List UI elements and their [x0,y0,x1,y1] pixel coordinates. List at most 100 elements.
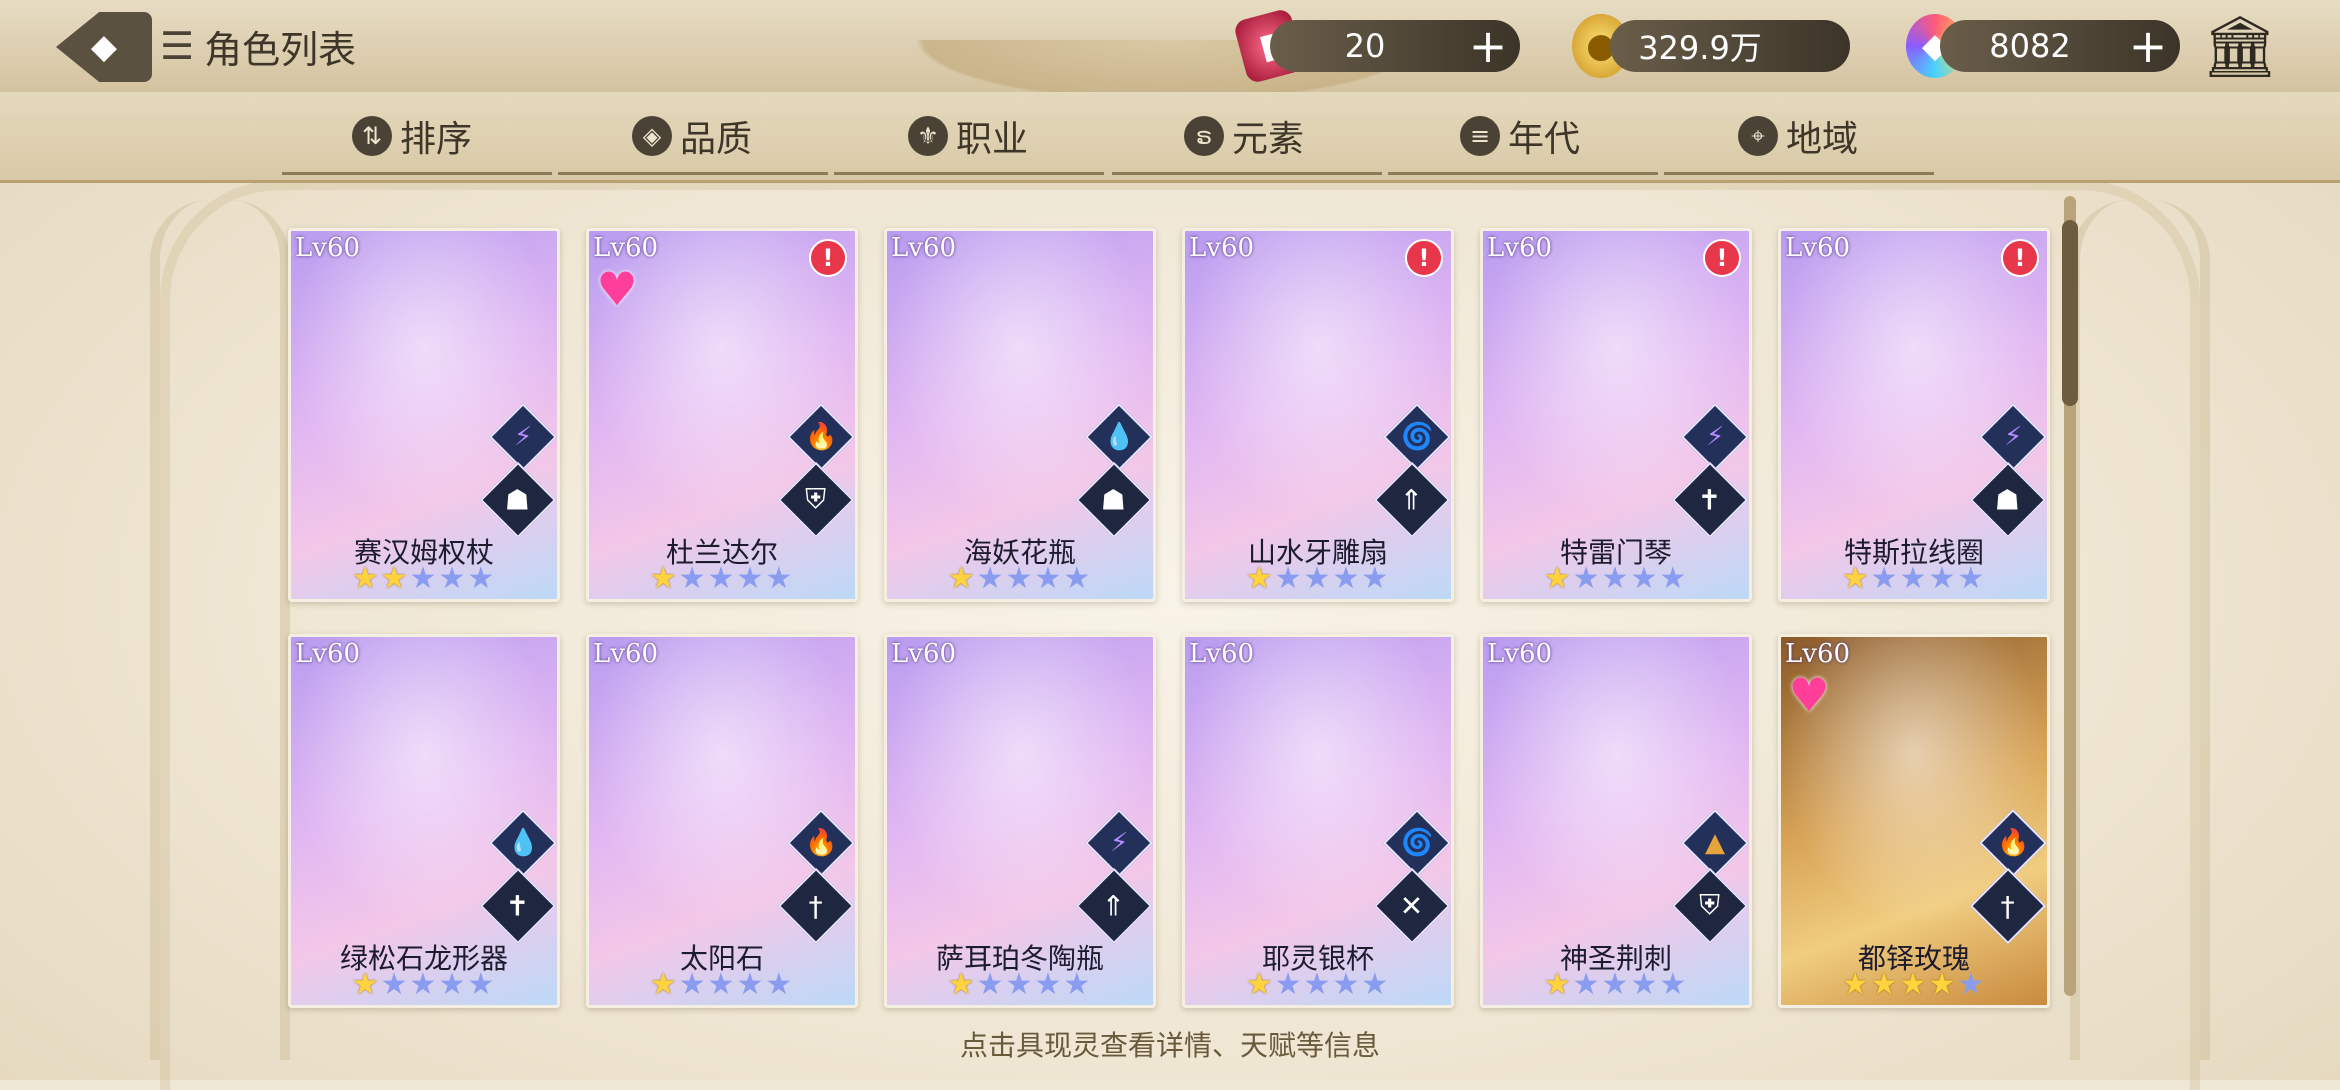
star-empty-icon: ★ [1274,561,1304,596]
star-filled-icon: ★ [1899,967,1929,1002]
character-card[interactable]: Lv60 💧 ☗ 海妖花瓶 ★★★★★ [884,228,1156,602]
star-empty-icon: ★ [1572,561,1602,596]
add-ticket-button[interactable]: + [1468,23,1508,69]
era-icon: ≡ [1460,116,1500,156]
character-card[interactable]: Lv60 ⚡ ☗ 赛汉姆权杖 ★★★★★ [288,228,560,602]
star-rating: ★★★★★ [291,561,557,596]
level-label: Lv60 [1785,233,1851,263]
top-bar: ◆ ☰ 角色列表 ▮ 20 + ● 329.9万 ◆ 8082 + 🏛 [0,0,2340,110]
star-filled-icon: ★ [1841,561,1871,596]
alert-icon: ! [1405,239,1443,277]
star-empty-icon: ★ [1957,561,1987,596]
class-icon: ⚜ [908,116,948,156]
level-label: Lv60 [593,233,659,263]
star-empty-icon: ★ [1601,967,1631,1002]
resource-coin-value: 329.9万 [1638,29,1762,67]
heart-icon: ♥ [596,262,638,316]
star-rating: ★★★★★ [1781,561,2047,596]
character-card[interactable]: Lv60 💧 ✝ 绿松石龙形器 ★★★★★ [288,634,560,1008]
star-filled-icon: ★ [351,561,381,596]
star-empty-icon: ★ [1601,561,1631,596]
star-empty-icon: ★ [1034,967,1064,1002]
star-filled-icon: ★ [380,561,410,596]
star-empty-icon: ★ [736,967,766,1002]
filter-underline [834,172,1104,175]
star-empty-icon: ★ [409,967,439,1002]
star-filled-icon: ★ [947,967,977,1002]
character-card[interactable]: Lv60! 🌀 ⇑ 山水牙雕扇 ★★★★★ [1182,228,1454,602]
star-empty-icon: ★ [1630,561,1660,596]
star-empty-icon: ★ [1063,967,1093,1002]
character-card[interactable]: Lv60! ⚡ ✝ 特雷门琴 ★★★★★ [1480,228,1752,602]
filter-era-label: 年代 [1508,119,1581,160]
character-card[interactable]: Lv60 ⚡ ⇑ 萨耳珀冬陶瓶 ★★★★★ [884,634,1156,1008]
filter-era[interactable]: ≡ 年代 [1460,108,1580,164]
filter-underline [282,172,552,175]
filter-class[interactable]: ⚜ 职业 [908,108,1028,164]
page-title: ☰ 角色列表 [160,16,356,76]
level-label: Lv60 [1487,639,1553,669]
level-label: Lv60 [1189,639,1255,669]
star-empty-icon: ★ [438,967,468,1002]
star-empty-icon: ★ [1274,967,1304,1002]
star-rating: ★★★★★ [1483,561,1749,596]
decorative-pillar-right [2070,200,2210,1060]
filter-underline [1112,172,1382,175]
add-gem-button[interactable]: + [2128,23,2168,69]
location-icon: ⌖ [1738,116,1778,156]
level-label: Lv60 [593,639,659,669]
star-empty-icon: ★ [1361,561,1391,596]
star-empty-icon: ★ [707,561,737,596]
star-rating: ★★★★★ [887,967,1153,1002]
level-label: Lv60 [1189,233,1255,263]
resource-ticket-value: 20 [1344,27,1386,65]
star-empty-icon: ★ [707,967,737,1002]
filter-element[interactable]: ຣ 元素 [1184,108,1304,164]
alert-icon: ! [2001,239,2039,277]
level-label: Lv60 [891,639,957,669]
star-empty-icon: ★ [1870,561,1900,596]
star-empty-icon: ★ [1303,967,1333,1002]
filter-underline [1664,172,1934,175]
star-empty-icon: ★ [1303,561,1333,596]
filter-underline [1388,172,1658,175]
star-empty-icon: ★ [1034,561,1064,596]
hint-text: 点击具现灵查看详情、天赋等信息 [959,1029,1380,1062]
character-card[interactable]: Lv60 🌀 ✕ 耶灵银杯 ★★★★★ [1182,634,1454,1008]
character-card[interactable]: Lv60 ♥ 🔥 † 都铎玫瑰 ★★★★★ [1778,634,2050,1008]
level-label: Lv60 [1487,233,1553,263]
character-card[interactable]: Lv60! ♥ 🔥 ⛨ 杜兰达尔 ★★★★★ [586,228,858,602]
resource-ticket: 20 + [1270,20,1520,72]
resource-gem-value: 8082 [1989,27,2071,65]
museum-icon[interactable]: 🏛 [2200,14,2280,80]
scrollbar-thumb[interactable] [2062,220,2078,406]
star-empty-icon: ★ [1899,561,1929,596]
character-card[interactable]: Lv60 ▲ ⛨ 神圣荆刺 ★★★★★ [1480,634,1752,1008]
filter-sort-label: 排序 [400,119,473,160]
filter-region[interactable]: ⌖ 地域 [1738,108,1858,164]
back-button[interactable]: ◆ [56,12,152,82]
list-icon: ☰ [160,24,195,68]
quality-icon: ◈ [632,116,672,156]
character-card[interactable]: Lv60! ⚡ ☗ 特斯拉线圈 ★★★★★ [1778,228,2050,602]
filter-quality[interactable]: ◈ 品质 [632,108,752,164]
character-card[interactable]: Lv60 🔥 † 太阳石 ★★★★★ [586,634,858,1008]
star-empty-icon: ★ [976,561,1006,596]
star-empty-icon: ★ [409,561,439,596]
star-empty-icon: ★ [1361,967,1391,1002]
level-label: Lv60 [891,233,957,263]
heart-icon: ♥ [1788,668,1830,722]
filter-sort[interactable]: ⇅ 排序 [352,108,472,164]
star-rating: ★★★★★ [589,561,855,596]
resource-gem: 8082 + [1940,20,2180,72]
star-empty-icon: ★ [1572,967,1602,1002]
star-empty-icon: ★ [678,561,708,596]
star-filled-icon: ★ [1543,967,1573,1002]
sort-icon: ⇅ [352,116,392,156]
star-filled-icon: ★ [1245,561,1275,596]
star-empty-icon: ★ [1630,967,1660,1002]
star-empty-icon: ★ [678,967,708,1002]
star-filled-icon: ★ [1870,967,1900,1002]
star-empty-icon: ★ [1659,561,1689,596]
level-label: Lv60 [1785,639,1851,669]
